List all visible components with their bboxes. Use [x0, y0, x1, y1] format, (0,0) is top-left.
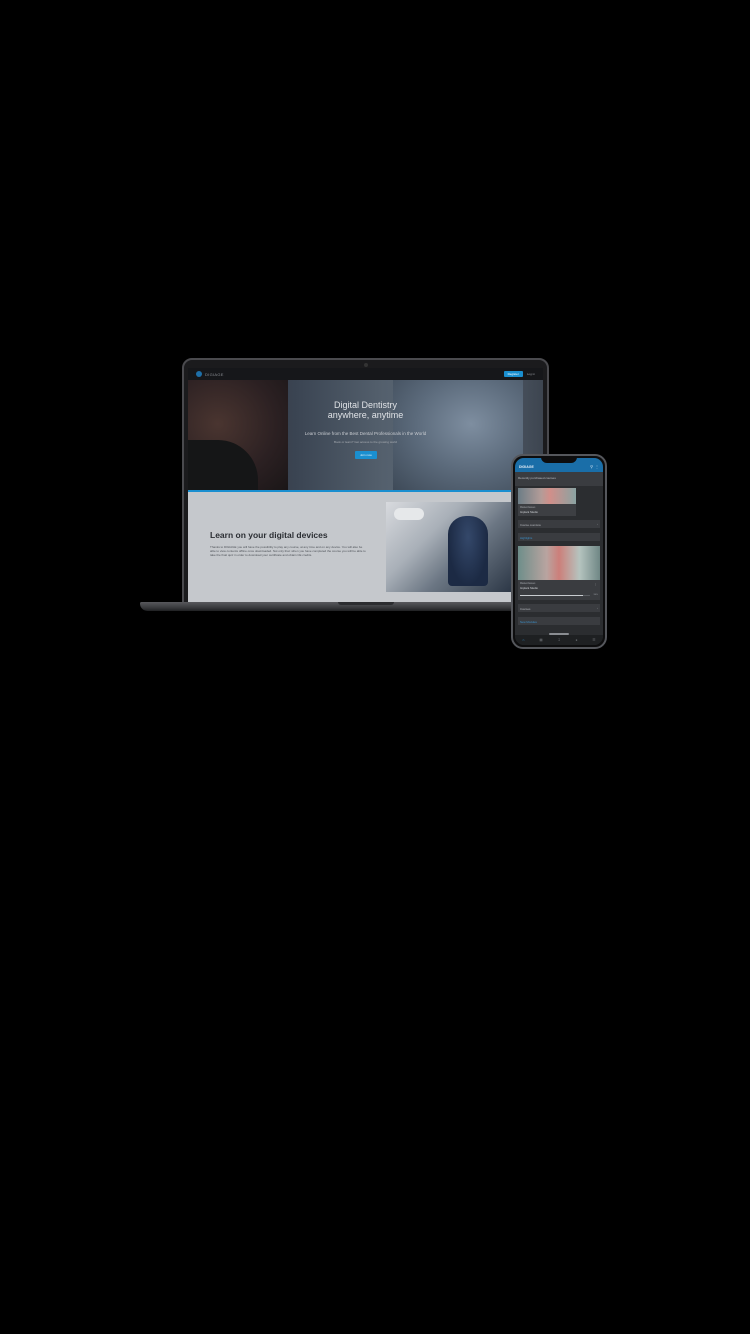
bottom-tab-bar: ⌂ ▦ ↧ ● ☰ — [515, 635, 603, 645]
app-title: DIGIAGE — [519, 464, 534, 469]
website-navbar: DIGIAGE Register Log in — [188, 368, 543, 380]
menu-tab-icon[interactable]: ☰ — [592, 638, 595, 642]
hero-subtitle: Learn Online from the Best Dental Profes… — [304, 431, 427, 436]
catalog-tab-icon[interactable]: ▦ — [539, 638, 542, 642]
progress-fill — [520, 595, 583, 596]
register-button[interactable]: Register — [503, 371, 523, 377]
hero-title: Digital Dentistry anywhere, anytime — [327, 400, 404, 420]
progress-label: 90% — [593, 593, 598, 596]
laptop: DIGIAGE Register Log in Digital Dentistr… — [182, 358, 549, 604]
photo-lamp — [394, 508, 424, 520]
device-mockup-stage: DIGIAGE Register Log in Digital Dentistr… — [0, 0, 750, 1334]
laptop-notch — [338, 602, 394, 605]
laptop-screen: DIGIAGE Register Log in Digital Dentistr… — [188, 368, 543, 602]
course-category: Masterclasses — [520, 582, 536, 585]
row-label: Courses — [520, 606, 531, 611]
laptop-camera — [364, 363, 368, 367]
chevron-right-icon: › — [597, 522, 598, 526]
chevron-right-icon: › — [597, 606, 598, 610]
photo-dentist — [448, 516, 488, 586]
phone-screen: DIGIAGE ⚲ ⋮ Recently purchased courses M… — [515, 458, 603, 645]
row-label: Course overview — [520, 522, 541, 527]
course-card[interactable]: Masterclasses Implant Studio — [518, 488, 576, 516]
new-modules-row[interactable]: New Modules — [518, 617, 600, 625]
section-photo — [386, 502, 514, 592]
course-thumbnail — [518, 546, 600, 580]
course-name: Implant Studio — [520, 510, 538, 514]
course-progress-bar — [520, 595, 590, 596]
profile-tab-icon[interactable]: ● — [575, 638, 577, 642]
row-label: New Modules — [520, 619, 537, 624]
logo-icon — [196, 371, 202, 377]
hero-small-text: Book or learn? Get access to the growing… — [333, 440, 398, 444]
highlights-row[interactable]: Highlights — [518, 533, 600, 541]
login-link[interactable]: Log in — [527, 372, 535, 376]
downloads-tab-icon[interactable]: ↧ — [558, 638, 561, 642]
search-icon[interactable]: ⚲ — [590, 464, 593, 469]
course-category: Masterclasses — [520, 506, 536, 509]
course-name: Implant Studio — [520, 586, 538, 590]
home-tab-icon[interactable]: ⌂ — [522, 638, 524, 642]
section-title: Learn on your digital devices — [210, 530, 328, 540]
section-body: Thanks to DIGIAGE you will have the poss… — [210, 545, 366, 557]
recent-courses-heading: Recently purchased courses — [515, 472, 603, 486]
row-label: Highlights — [520, 535, 533, 540]
devices-section: Learn on your digital devices Thanks to … — [188, 492, 543, 602]
phone-notch — [541, 456, 577, 463]
hero-cta-button[interactable]: Join now — [355, 451, 377, 459]
course-thumbnail — [518, 488, 576, 504]
site-logo[interactable]: DIGIAGE — [205, 372, 224, 377]
more-vertical-icon[interactable]: ⋮ — [595, 464, 599, 469]
hero-banner: Digital Dentistry anywhere, anytime Lear… — [188, 380, 543, 490]
course-overview-row[interactable]: Course overview › — [518, 520, 600, 528]
course-card-large[interactable]: Masterclasses Implant Studio ⋮ 90% — [518, 546, 600, 600]
courses-row[interactable]: Courses › — [518, 604, 600, 612]
more-vertical-icon[interactable]: ⋮ — [594, 582, 597, 586]
smartphone: DIGIAGE ⚲ ⋮ Recently purchased courses M… — [511, 454, 607, 649]
